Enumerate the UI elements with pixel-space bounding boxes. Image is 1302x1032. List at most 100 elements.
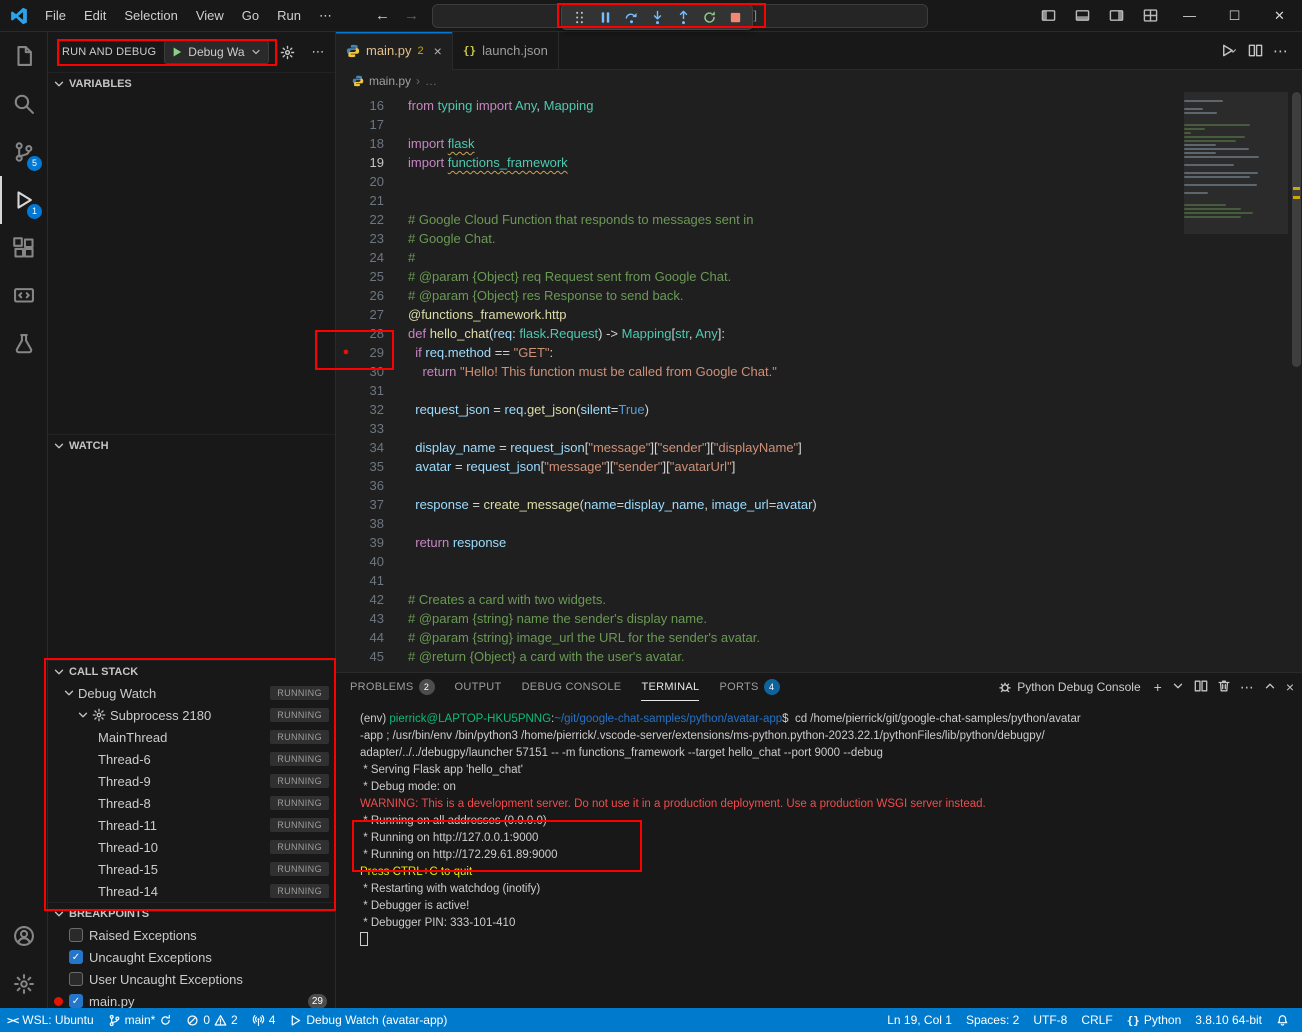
line-number[interactable]: 31 [356, 381, 384, 400]
back-arrow-icon[interactable]: ← [375, 7, 390, 24]
breakpoint-row[interactable]: Raised Exceptions [48, 924, 335, 946]
code-line-40[interactable]: 40 [336, 552, 1302, 571]
split-editor-button[interactable] [1248, 43, 1263, 58]
menu-edit[interactable]: Edit [75, 1, 115, 31]
gutter[interactable] [336, 381, 356, 400]
gutter[interactable] [336, 609, 356, 628]
code-line-23[interactable]: 23# Google Chat. [336, 229, 1302, 248]
chevron-down-icon[interactable] [62, 686, 76, 700]
activity-extensions[interactable] [0, 224, 47, 272]
code-line-24[interactable]: 24# [336, 248, 1302, 267]
variables-section-header[interactable]: VARIABLES [48, 72, 335, 94]
status-git-branch[interactable]: main* [101, 1008, 180, 1032]
status-eol-sequence[interactable]: CRLF [1074, 1008, 1119, 1032]
breakpoint-checkbox[interactable] [69, 928, 83, 942]
code-line-41[interactable]: 41 [336, 571, 1302, 590]
line-number[interactable]: 19 [356, 153, 384, 172]
code-line-26[interactable]: 26# @param {Object} res Response to send… [336, 286, 1302, 305]
step-into-button[interactable] [645, 6, 669, 28]
line-number[interactable]: 24 [356, 248, 384, 267]
line-number[interactable]: 43 [356, 609, 384, 628]
maximize-panel-button[interactable] [1263, 679, 1277, 696]
gutter[interactable] [336, 96, 356, 115]
restart-button[interactable] [697, 6, 721, 28]
line-number[interactable]: 42 [356, 590, 384, 609]
activity-testing[interactable] [0, 320, 47, 368]
line-number[interactable]: 22 [356, 210, 384, 229]
breakpoint-row[interactable]: ✓Uncaught Exceptions [48, 946, 335, 968]
activity-remote-explorer[interactable] [0, 272, 47, 320]
open-launch-json-button[interactable] [277, 41, 299, 63]
call-stack-row[interactable]: MainThreadRUNNING [48, 726, 335, 748]
call-stack-row[interactable]: Thread-10RUNNING [48, 836, 335, 858]
gutter[interactable] [336, 153, 356, 172]
gutter[interactable] [336, 552, 356, 571]
more-actions-button[interactable]: ⋯ [1273, 42, 1288, 60]
code-editor[interactable]: 16from typing import Any, Mapping1718imp… [336, 92, 1302, 672]
breakpoint-gutter-dot[interactable]: ● [336, 343, 356, 362]
gutter[interactable] [336, 514, 356, 533]
line-number[interactable]: 18 [356, 134, 384, 153]
gutter[interactable] [336, 362, 356, 381]
line-number[interactable]: 23 [356, 229, 384, 248]
chevron-down-icon[interactable] [1228, 46, 1238, 56]
line-number[interactable]: 44 [356, 628, 384, 647]
minimap[interactable] [1184, 92, 1288, 672]
activity-settings[interactable] [0, 960, 47, 1008]
gutter[interactable] [336, 248, 356, 267]
status-encoding[interactable]: UTF-8 [1026, 1008, 1074, 1032]
code-line-29[interactable]: ●29 if req.method == "GET": [336, 343, 1302, 362]
line-number[interactable]: 35 [356, 457, 384, 476]
toggle-secondary-sidebar-button[interactable] [1099, 1, 1133, 31]
breakpoints-section-header[interactable]: BREAKPOINTS [48, 902, 335, 924]
menu-run[interactable]: Run [268, 1, 310, 31]
line-number[interactable]: 30 [356, 362, 384, 381]
step-out-button[interactable] [671, 6, 695, 28]
gutter[interactable] [336, 533, 356, 552]
breadcrumb-file[interactable]: main.py [369, 74, 411, 88]
panel-tab-terminal[interactable]: TERMINAL [641, 673, 699, 701]
more-actions-button[interactable]: ⋯ [1240, 680, 1254, 694]
panel-tab-ports[interactable]: PORTS4 [719, 673, 779, 701]
breadcrumb-symbol[interactable]: … [425, 74, 437, 88]
toggle-panel-button[interactable] [1065, 1, 1099, 31]
gutter[interactable] [336, 400, 356, 419]
code-line-18[interactable]: 18import flask [336, 134, 1302, 153]
status-remote-indicator[interactable]: ><WSL: Ubuntu [0, 1008, 101, 1032]
call-stack-row[interactable]: Subprocess 2180RUNNING [48, 704, 335, 726]
call-stack-row[interactable]: Thread-8RUNNING [48, 792, 335, 814]
gutter[interactable] [336, 647, 356, 666]
forward-arrow-icon[interactable]: → [404, 7, 419, 24]
breadcrumb[interactable]: main.py › … [336, 70, 1302, 92]
code-line-35[interactable]: 35 avatar = request_json["message"]["sen… [336, 457, 1302, 476]
gutter[interactable] [336, 495, 356, 514]
gutter[interactable] [336, 628, 356, 647]
pause-button[interactable] [593, 6, 617, 28]
status-python-interpreter[interactable]: 3.8.10 64-bit [1188, 1008, 1269, 1032]
call-stack-row[interactable]: Debug WatchRUNNING [48, 682, 335, 704]
code-line-43[interactable]: 43# @param {string} name the sender's di… [336, 609, 1302, 628]
code-line-19[interactable]: 19import functions_framework [336, 153, 1302, 172]
line-number[interactable]: 29 [356, 343, 384, 362]
code-line-30[interactable]: 30 return "Hello! This function must be … [336, 362, 1302, 381]
code-line-39[interactable]: 39 return response [336, 533, 1302, 552]
gutter[interactable] [336, 324, 356, 343]
code-line-17[interactable]: 17 [336, 115, 1302, 134]
customize-layout-button[interactable] [1133, 1, 1167, 31]
gutter[interactable] [336, 571, 356, 590]
code-line-27[interactable]: 27@functions_framework.http [336, 305, 1302, 324]
code-line-32[interactable]: 32 request_json = req.get_json(silent=Tr… [336, 400, 1302, 419]
menu-go[interactable]: Go [233, 1, 268, 31]
code-line-25[interactable]: 25# @param {Object} req Request sent fro… [336, 267, 1302, 286]
line-number[interactable]: 40 [356, 552, 384, 571]
activity-explorer[interactable] [0, 32, 47, 80]
close-panel-button[interactable]: × [1286, 680, 1294, 694]
breakpoint-checkbox[interactable]: ✓ [69, 950, 83, 964]
gutter[interactable] [336, 115, 356, 134]
call-stack-section-header[interactable]: CALL STACK [48, 660, 335, 682]
line-number[interactable]: 45 [356, 647, 384, 666]
code-line-45[interactable]: 45# @return {Object} a card with the use… [336, 647, 1302, 666]
views-more-actions[interactable]: ⋯ [307, 41, 329, 63]
split-terminal-button[interactable] [1194, 679, 1208, 696]
code-line-38[interactable]: 38 [336, 514, 1302, 533]
